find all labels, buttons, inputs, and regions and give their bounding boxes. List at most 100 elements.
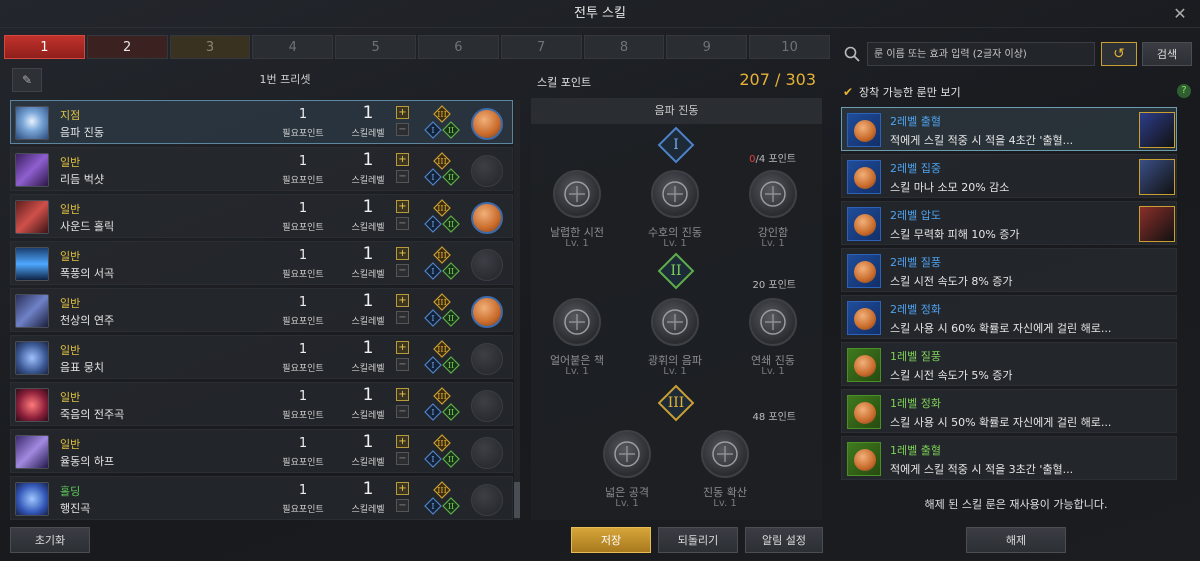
tripod-node[interactable] — [603, 430, 651, 478]
checkmark-icon[interactable]: ✔ — [843, 86, 855, 98]
empty-rune-slot[interactable] — [471, 390, 503, 422]
rune-name: 2레벨 정화 — [890, 303, 941, 316]
rune-list: 2레벨 출혈 적에게 스킬 적중 시 적을 4초간 '출혈... 2레벨 집중 … — [841, 107, 1177, 482]
tab-preset-4[interactable]: 4 — [252, 35, 334, 59]
level-up-button[interactable]: + — [396, 153, 409, 166]
empty-rune-slot[interactable] — [471, 437, 503, 469]
level-down-button[interactable]: − — [396, 358, 409, 371]
scrollbar-thumb[interactable] — [514, 482, 520, 518]
equipped-rune-slot[interactable] — [471, 202, 503, 234]
tripod-indicator-icon[interactable]: III I II — [423, 199, 461, 235]
level-up-button[interactable]: + — [396, 294, 409, 307]
level-up-button[interactable]: + — [396, 341, 409, 354]
skill-level-label: 스킬레벨 — [351, 270, 385, 280]
tripod-node[interactable] — [749, 170, 797, 218]
empty-rune-slot[interactable] — [471, 249, 503, 281]
search-button[interactable]: 검색 — [1142, 42, 1192, 66]
tripod-node[interactable] — [553, 298, 601, 346]
skill-row[interactable]: 지점 음파 진동 1 필요포인트 1 스킬레벨 + − III I II — [10, 100, 513, 144]
tripod-indicator-icon[interactable]: III I II — [423, 481, 461, 517]
close-icon[interactable]: ✕ — [1170, 4, 1190, 24]
rune-row[interactable]: 2레벨 질풍 스킬 시전 속도가 8% 증가 — [841, 248, 1177, 292]
level-down-button[interactable]: − — [396, 123, 409, 136]
level-down-button[interactable]: − — [396, 170, 409, 183]
tab-preset-5[interactable]: 5 — [335, 35, 416, 59]
tripod-indicator-icon[interactable]: III I II — [423, 246, 461, 282]
equipped-rune-slot[interactable] — [471, 296, 503, 328]
tab-preset-9[interactable]: 9 — [666, 35, 748, 59]
skill-list-scrollbar[interactable] — [514, 100, 520, 520]
help-icon[interactable]: ? — [1177, 84, 1191, 98]
tab-preset-6[interactable]: 6 — [417, 35, 499, 59]
empty-rune-slot[interactable] — [471, 343, 503, 375]
level-down-button[interactable]: − — [396, 452, 409, 465]
skill-row[interactable]: 일반 사운드 홀릭 1 필요포인트 1 스킬레벨 + − III I II — [10, 194, 513, 238]
tab-preset-1[interactable]: 1 — [4, 35, 85, 59]
tab-preset-2[interactable]: 2 — [86, 35, 168, 59]
tripod-indicator-icon[interactable]: III I II — [423, 293, 461, 329]
tab-preset-8[interactable]: 8 — [583, 35, 665, 59]
tripod-node[interactable] — [553, 170, 601, 218]
skill-row[interactable]: 일반 천상의 연주 1 필요포인트 1 스킬레벨 + − III I II — [10, 288, 513, 332]
level-up-button[interactable]: + — [396, 482, 409, 495]
level-down-button[interactable]: − — [396, 405, 409, 418]
level-down-button[interactable]: − — [396, 311, 409, 324]
skill-level-label: 스킬레벨 — [351, 505, 385, 515]
level-up-button[interactable]: + — [396, 435, 409, 448]
skill-row[interactable]: 일반 리듬 벅샷 1 필요포인트 1 스킬레벨 + − III I II — [10, 147, 513, 191]
release-button[interactable]: 해제 — [966, 527, 1066, 553]
tripod-node[interactable] — [651, 170, 699, 218]
skill-type: 일반 — [60, 156, 81, 169]
skill-row[interactable]: 홀딩 행진곡 1 필요포인트 1 스킬레벨 + − III I II — [10, 476, 513, 520]
level-down-button[interactable]: − — [396, 217, 409, 230]
skill-row[interactable]: 일반 죽음의 전주곡 1 필요포인트 1 스킬레벨 + − III I II — [10, 382, 513, 426]
tree-skill-title: 음파 진동 — [531, 98, 822, 124]
equippable-filter[interactable]: ✔ 장착 가능한 룬만 보기 — [843, 84, 961, 100]
search-input[interactable] — [867, 42, 1095, 66]
level-up-button[interactable]: + — [396, 200, 409, 213]
rune-row[interactable]: 2레벨 정화 스킬 사용 시 60% 확률로 자신에게 걸린 해로... — [841, 295, 1177, 339]
tab-preset-7[interactable]: 7 — [500, 35, 582, 59]
skill-row[interactable]: 일반 폭풍의 서곡 1 필요포인트 1 스킬레벨 + − III I II — [10, 241, 513, 285]
tripod-indicator-icon[interactable]: III I II — [423, 434, 461, 470]
tripod-indicator-icon[interactable]: III I II — [423, 105, 461, 141]
tripod-node[interactable] — [651, 298, 699, 346]
save-button[interactable]: 저장 — [571, 527, 651, 553]
rune-row[interactable]: 1레벨 출혈 적에게 스킬 적중 시 적을 3초간 '출혈... — [841, 436, 1177, 480]
tripod-node[interactable] — [701, 430, 749, 478]
rune-row[interactable]: 1레벨 질풍 스킬 시전 속도가 5% 증가 — [841, 342, 1177, 386]
level-up-button[interactable]: + — [396, 247, 409, 260]
tripod-indicator-icon[interactable]: III I II — [423, 340, 461, 376]
pencil-icon[interactable]: ✎ — [12, 68, 42, 92]
skill-icon — [15, 153, 49, 187]
level-down-button[interactable]: − — [396, 264, 409, 277]
notify-settings-button[interactable]: 알림 설정 — [745, 527, 823, 553]
tier-points-rest: /4 포인트 — [755, 154, 796, 165]
equipped-skill-icon — [1139, 112, 1175, 148]
rune-row[interactable]: 1레벨 정화 스킬 사용 시 50% 확률로 자신에게 걸린 해로... — [841, 389, 1177, 433]
rune-icon — [847, 395, 881, 429]
tripod-indicator-icon[interactable]: III I II — [423, 152, 461, 188]
equipped-rune-slot[interactable] — [471, 108, 503, 140]
tripod-node[interactable] — [749, 298, 797, 346]
skill-type: 일반 — [60, 203, 81, 216]
level-up-button[interactable]: + — [396, 388, 409, 401]
rune-row[interactable]: 2레벨 출혈 적에게 스킬 적중 시 적을 4초간 '출혈... — [841, 107, 1177, 151]
refresh-icon[interactable]: ↺ — [1101, 42, 1137, 66]
empty-rune-slot[interactable] — [471, 155, 503, 187]
revert-button[interactable]: 되돌리기 — [658, 527, 738, 553]
level-up-button[interactable]: + — [396, 106, 409, 119]
empty-rune-slot[interactable] — [471, 484, 503, 516]
rune-row[interactable]: 2레벨 압도 스킬 무력화 피해 10% 증가 — [841, 201, 1177, 245]
tab-preset-3[interactable]: 3 — [169, 35, 251, 59]
skill-row[interactable]: 일반 율동의 하프 1 필요포인트 1 스킬레벨 + − III I II — [10, 429, 513, 473]
rune-row[interactable]: 2레벨 집중 스킬 마나 소모 20% 감소 — [841, 154, 1177, 198]
level-down-button[interactable]: − — [396, 499, 409, 512]
tab-preset-10[interactable]: 10 — [749, 35, 830, 59]
required-points: 1 — [298, 389, 308, 404]
svg-text:III: III — [437, 345, 446, 354]
reset-button[interactable]: 초기화 — [10, 527, 90, 553]
skill-level-label: 스킬레벨 — [351, 223, 385, 233]
tripod-indicator-icon[interactable]: III I II — [423, 387, 461, 423]
skill-row[interactable]: 일반 음표 뭉치 1 필요포인트 1 스킬레벨 + − III I II — [10, 335, 513, 379]
